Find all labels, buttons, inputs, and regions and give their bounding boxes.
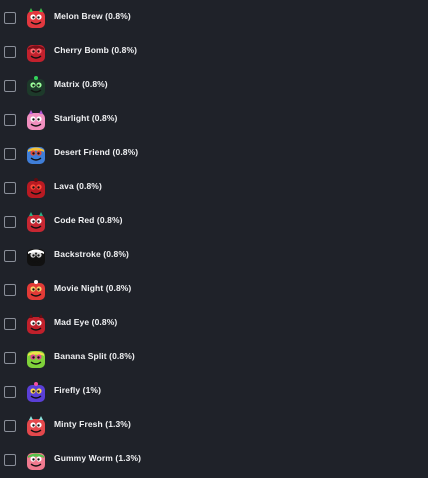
backstroke-icon — [24, 244, 48, 268]
desert-friend-icon — [24, 142, 48, 166]
minty-fresh-icon — [24, 414, 48, 438]
list-item[interactable]: Mad Eye (0.8%) — [0, 308, 428, 342]
item-checkbox[interactable] — [4, 352, 16, 364]
code-red-icon — [24, 210, 48, 234]
item-label: Backstroke (0.8%) — [54, 249, 129, 259]
matrix-icon — [24, 74, 48, 98]
starlight-icon — [24, 108, 48, 132]
item-label: Desert Friend (0.8%) — [54, 147, 139, 157]
list-item[interactable]: Melon Brew (0.8%) — [0, 2, 428, 36]
list-item[interactable]: Starlight (0.8%) — [0, 104, 428, 138]
item-checkbox[interactable] — [4, 182, 16, 194]
item-checkbox[interactable] — [4, 420, 16, 432]
melon-brew-icon — [24, 6, 48, 30]
item-label: Code Red (0.8%) — [54, 215, 123, 225]
list-item[interactable]: Gummy Worm (1.3%) — [0, 444, 428, 478]
item-label: Minty Fresh (1.3%) — [54, 419, 131, 429]
item-checkbox[interactable] — [4, 46, 16, 58]
firefly-icon — [24, 380, 48, 404]
item-checkbox[interactable] — [4, 284, 16, 296]
item-list: Melon Brew (0.8%) Cherry Bomb (0.8%) Mat… — [0, 0, 428, 477]
item-checkbox[interactable] — [4, 114, 16, 126]
item-checkbox[interactable] — [4, 216, 16, 228]
list-item[interactable]: Code Red (0.8%) — [0, 206, 428, 240]
item-label: Movie Night (0.8%) — [54, 283, 132, 293]
item-label: Matrix (0.8%) — [54, 79, 108, 89]
item-label: Mad Eye (0.8%) — [54, 317, 118, 327]
item-label: Lava (0.8%) — [54, 181, 102, 191]
item-label: Banana Split (0.8%) — [54, 351, 135, 361]
movie-night-icon — [24, 278, 48, 302]
mad-eye-icon — [24, 312, 48, 336]
list-item[interactable]: Firefly (1%) — [0, 376, 428, 410]
list-item[interactable]: Matrix (0.8%) — [0, 70, 428, 104]
cherry-bomb-icon — [24, 40, 48, 64]
list-item[interactable]: Backstroke (0.8%) — [0, 240, 428, 274]
list-item[interactable]: Cherry Bomb (0.8%) — [0, 36, 428, 70]
item-checkbox[interactable] — [4, 386, 16, 398]
item-checkbox[interactable] — [4, 454, 16, 466]
item-label: Cherry Bomb (0.8%) — [54, 45, 138, 55]
item-label: Melon Brew (0.8%) — [54, 11, 131, 21]
item-label: Starlight (0.8%) — [54, 113, 118, 123]
item-checkbox[interactable] — [4, 80, 16, 92]
item-checkbox[interactable] — [4, 250, 16, 262]
list-item[interactable]: Minty Fresh (1.3%) — [0, 410, 428, 444]
list-item[interactable]: Movie Night (0.8%) — [0, 274, 428, 308]
list-item[interactable]: Desert Friend (0.8%) — [0, 138, 428, 172]
item-checkbox[interactable] — [4, 318, 16, 330]
gummy-worm-icon — [24, 448, 48, 472]
list-item[interactable]: Lava (0.8%) — [0, 172, 428, 206]
item-checkbox[interactable] — [4, 12, 16, 24]
banana-split-icon — [24, 346, 48, 370]
item-label: Firefly (1%) — [54, 385, 102, 395]
list-item[interactable]: Banana Split (0.8%) — [0, 342, 428, 376]
item-checkbox[interactable] — [4, 148, 16, 160]
item-label: Gummy Worm (1.3%) — [54, 453, 142, 463]
lava-icon — [24, 176, 48, 200]
